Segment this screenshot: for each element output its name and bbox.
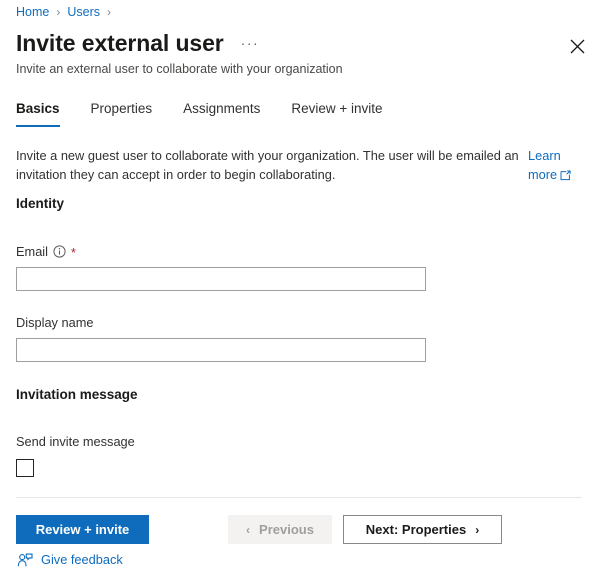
previous-button-label: Previous: [259, 522, 314, 537]
external-link-icon: [560, 168, 571, 187]
breadcrumb-separator-icon: ›: [107, 5, 111, 19]
give-feedback-link[interactable]: Give feedback: [17, 551, 123, 569]
send-invite-message-checkbox[interactable]: [16, 459, 34, 477]
close-button[interactable]: [563, 32, 591, 60]
review-invite-button[interactable]: Review + invite: [16, 515, 149, 544]
display-name-field-label: Display name: [16, 314, 94, 331]
breadcrumb-item-users[interactable]: Users: [67, 3, 100, 21]
email-input[interactable]: [16, 267, 426, 291]
next-properties-button[interactable]: Next: Properties ›: [343, 515, 502, 544]
footer-divider: [16, 497, 582, 498]
tab-assignments[interactable]: Assignments: [183, 99, 260, 127]
page-header: Invite external user ···: [16, 28, 259, 58]
tab-properties[interactable]: Properties: [91, 99, 153, 127]
section-heading-identity: Identity: [16, 196, 65, 211]
more-options-button[interactable]: ···: [241, 35, 260, 51]
tab-basics[interactable]: Basics: [16, 99, 60, 127]
section-heading-invitation-message: Invitation message: [16, 387, 138, 402]
previous-button[interactable]: ‹ Previous: [228, 515, 332, 544]
chevron-right-icon: ›: [475, 522, 480, 537]
next-button-label: Next: Properties: [365, 522, 467, 537]
intro-section: Invite a new guest user to collaborate w…: [16, 147, 582, 186]
info-icon[interactable]: [53, 245, 66, 258]
breadcrumb-item-home[interactable]: Home: [16, 3, 49, 21]
tab-review-invite[interactable]: Review + invite: [291, 99, 382, 127]
footer-actions: Review + invite ‹ Previous Next: Propert…: [0, 515, 598, 545]
send-invite-message-label: Send invite message: [16, 434, 135, 449]
breadcrumb: Home › Users ›: [16, 3, 118, 21]
tab-bar: Basics Properties Assignments Review + i…: [16, 99, 414, 127]
intro-text: Invite a new guest user to collaborate w…: [16, 148, 519, 182]
email-field-label: Email *: [16, 243, 76, 260]
display-name-label-text: Display name: [16, 315, 94, 330]
display-name-input[interactable]: [16, 338, 426, 362]
page-title: Invite external user: [16, 30, 224, 56]
email-label-text: Email: [16, 244, 48, 259]
page-subtitle: Invite an external user to collaborate w…: [16, 62, 343, 76]
close-icon: [570, 39, 585, 54]
breadcrumb-separator-icon: ›: [56, 5, 61, 19]
chevron-left-icon: ‹: [246, 522, 251, 537]
required-indicator: *: [71, 245, 76, 260]
person-feedback-icon: [17, 553, 33, 568]
learn-more-link[interactable]: Learn more: [528, 147, 582, 186]
give-feedback-label: Give feedback: [41, 552, 123, 567]
learn-more-label: Learn more: [528, 148, 561, 182]
